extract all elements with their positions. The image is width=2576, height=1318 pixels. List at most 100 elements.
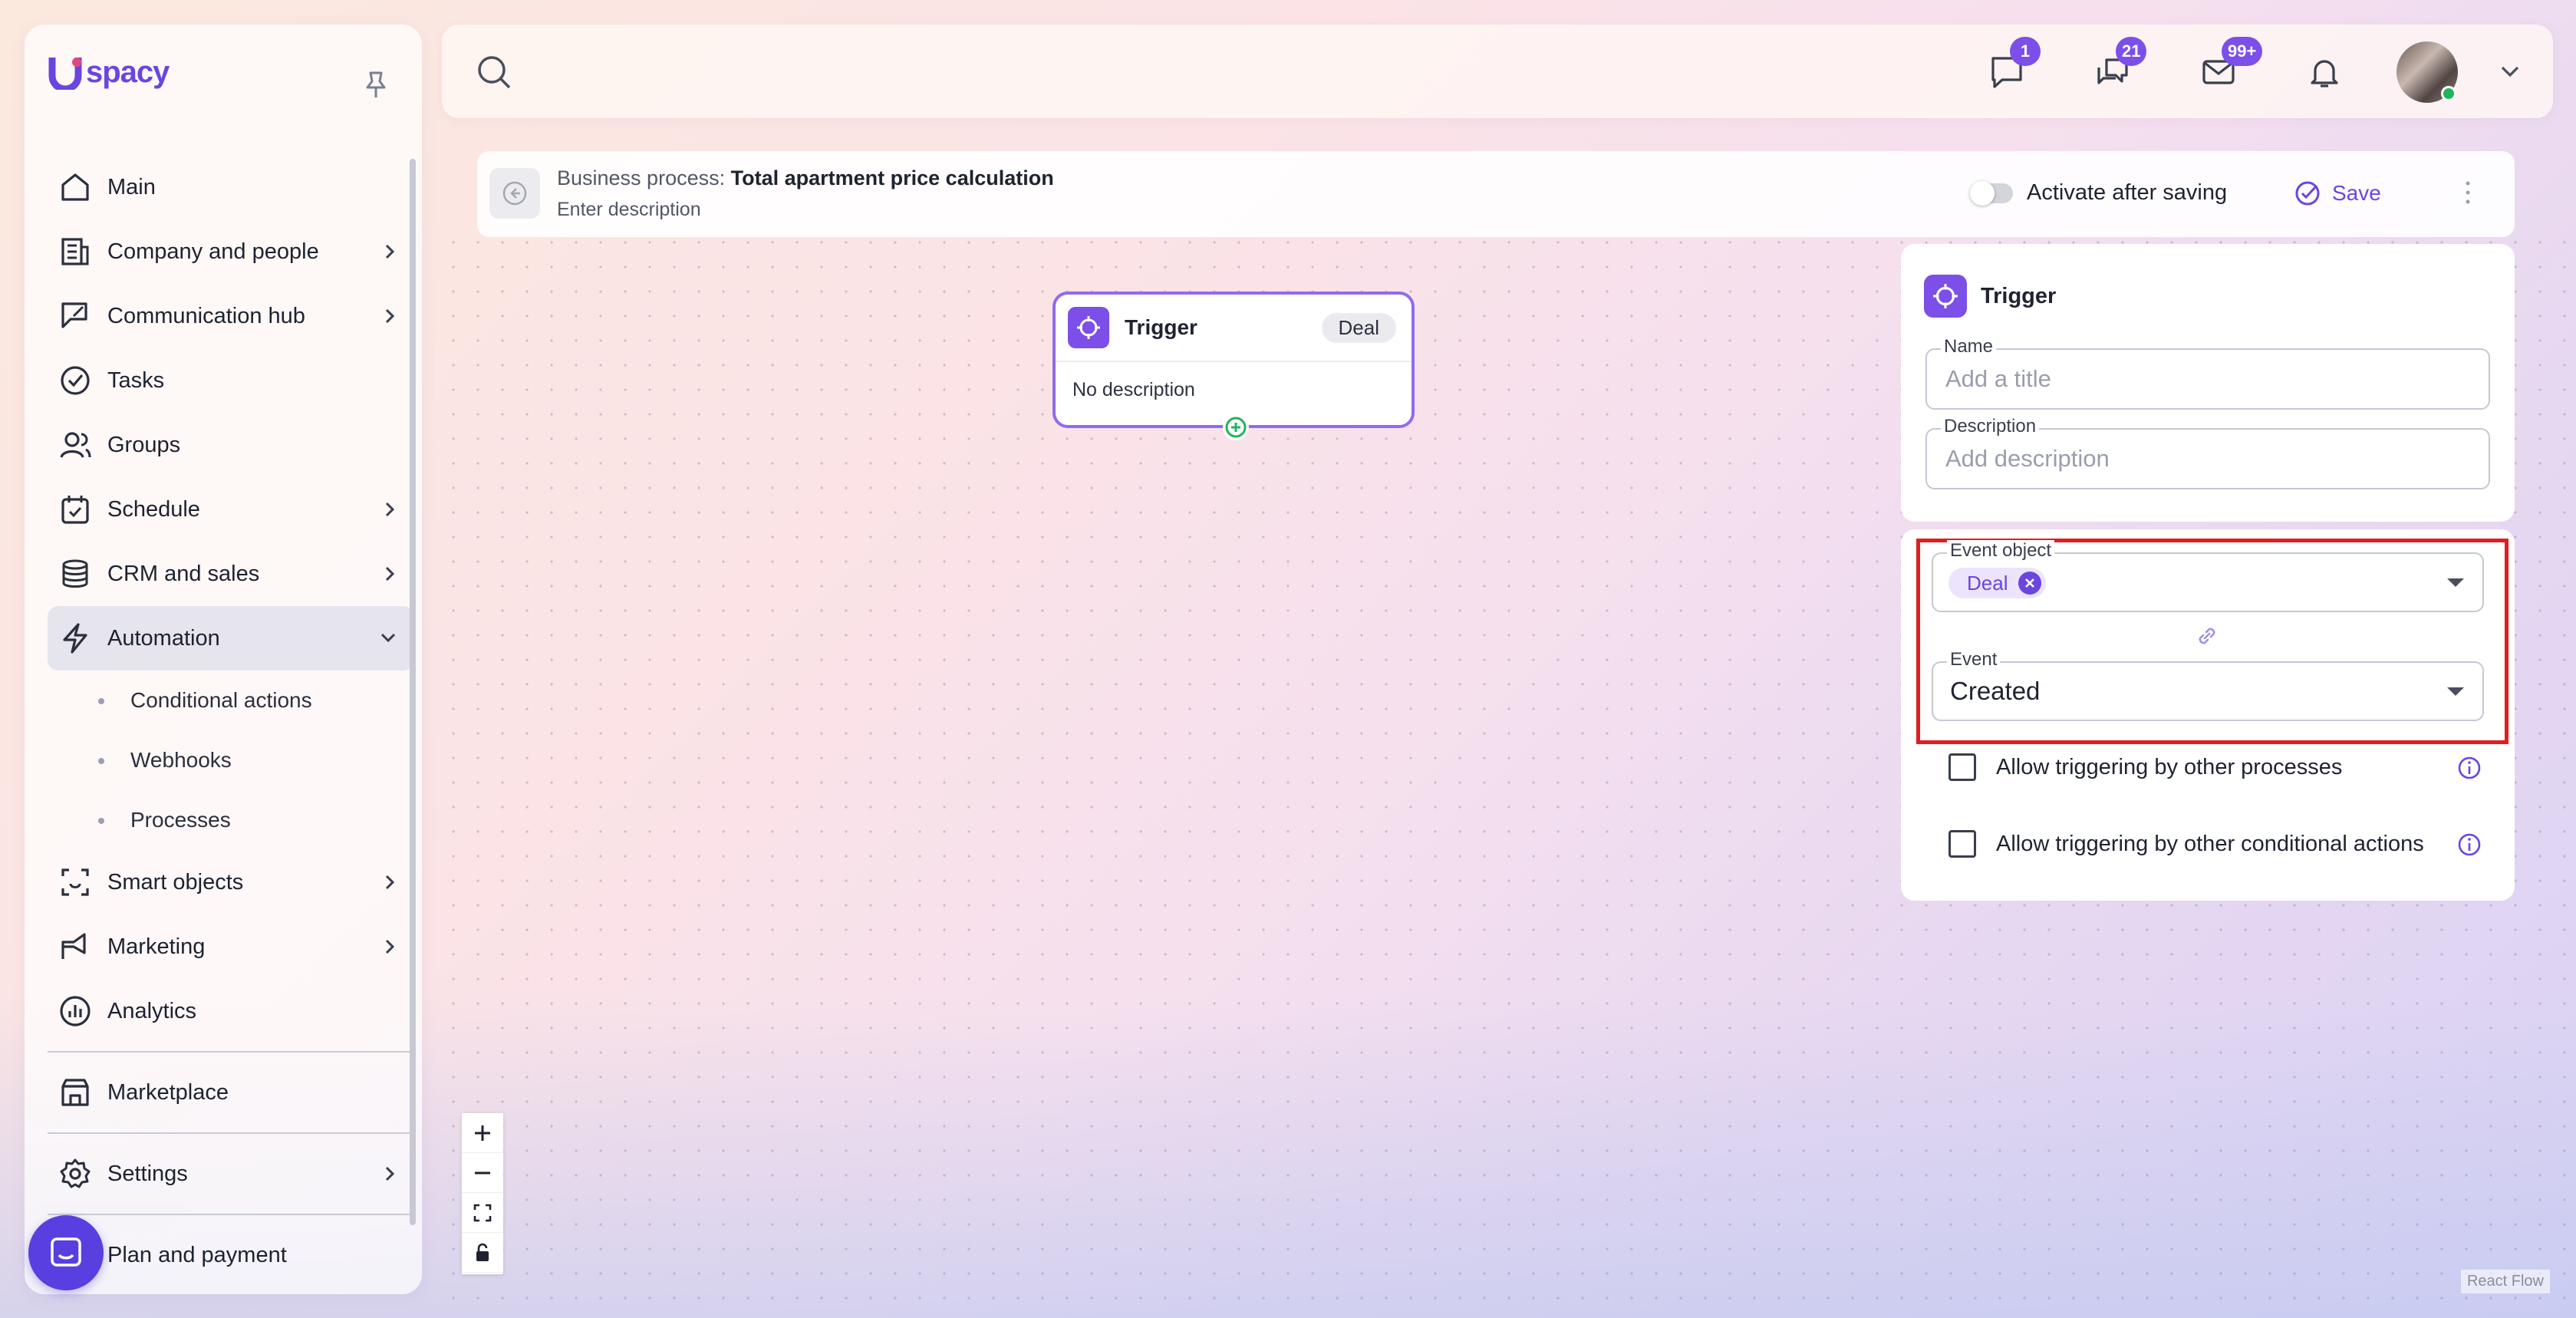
megaphone-icon [55,927,95,967]
chevron-right-icon [380,872,399,899]
event-label: Event [1947,649,2001,671]
lock-button[interactable] [462,1233,503,1273]
info-icon[interactable] [2456,832,2482,862]
sidebar-item-label: Company and people [107,239,319,264]
check-circle-icon [2295,181,2320,206]
sidebar-item-settings[interactable]: Settings [48,1142,414,1206]
checkbox[interactable] [1948,753,1976,781]
activate-toggle[interactable] [1970,181,2013,206]
sidebar-item-label: Plan and payment [107,1242,287,1267]
checkbox[interactable] [1948,830,1976,858]
sidebar-subitem-processes[interactable]: Processes [48,790,414,850]
chevron-right-icon [380,1163,399,1191]
checkbox-label: Allow triggering by other conditional ac… [1996,831,2424,856]
event-object-chip-label: Deal [1967,571,2008,595]
event-value: Created [1950,677,2041,705]
sidebar-scrollbar[interactable] [410,159,416,1225]
flow-controls [462,1113,503,1274]
process-description[interactable]: Enter description [557,199,701,221]
online-indicator [2441,86,2456,101]
chat-badge: 1 [2010,37,2041,66]
sidebar-item-crm[interactable]: CRM and sales [48,542,414,606]
event-select[interactable]: Event Created [1932,649,2484,721]
sidebar-item-label: Main [107,174,156,199]
sidebar-item-schedule[interactable]: Schedule [48,477,414,542]
save-button[interactable]: Save [2294,174,2381,213]
back-arrow-icon [502,181,527,206]
messages-button[interactable]: 21 [2093,37,2147,92]
sidebar-item-marketing[interactable]: Marketing [48,914,414,979]
sidebar-item-label: Smart objects [107,869,244,895]
support-chat-button[interactable] [28,1215,104,1290]
search-icon[interactable] [476,54,514,96]
chevron-right-icon [380,563,399,591]
sidebar-item-label: Marketplace [107,1079,229,1105]
messages-badge: 21 [2116,37,2147,66]
description-input[interactable] [1945,445,2467,473]
zoom-out-button[interactable] [462,1153,503,1193]
save-label: Save [2332,181,2381,205]
fit-view-icon [473,1204,492,1221]
node-title: Trigger [1125,315,1197,339]
sidebar-item-analytics[interactable]: Analytics [48,979,414,1043]
event-object-select[interactable]: Event object Deal [1932,540,2484,612]
process-title-name[interactable]: Total apartment price calculation [731,166,1054,189]
node-description: No description [1072,379,1195,400]
sidebar-item-marketplace[interactable]: Marketplace [48,1060,414,1125]
chevron-right-icon [380,241,399,269]
check-circle-icon [55,361,95,400]
checkbox-other-conditional[interactable]: Allow triggering by other conditional ac… [1948,830,2424,858]
sidebar-item-label: Automation [107,625,220,651]
chevron-down-icon[interactable] [2498,63,2522,85]
process-title: Business process: Total apartment price … [557,166,1054,190]
sidebar-divider [48,1132,414,1134]
notifications-button[interactable] [2304,52,2344,92]
sidebar-item-automation[interactable]: Automation [48,606,414,671]
sidebar-item-label: Analytics [107,998,197,1023]
sidebar-item-tasks[interactable]: Tasks [48,348,414,413]
chart-icon [55,991,95,1031]
sidebar-item-communication[interactable]: Communication hub [48,284,414,348]
sidebar-item-smart-objects[interactable]: Smart objects [48,850,414,914]
more-options-icon[interactable] [2464,179,2472,210]
calendar-icon [55,489,95,529]
node-add-port[interactable] [1223,414,1249,440]
chat-icon [51,1237,81,1267]
remove-chip-icon[interactable] [2018,572,2042,595]
name-label: Name [1941,336,1997,358]
chat-button[interactable]: 1 [1987,37,2041,92]
logo[interactable]: spacy [48,52,170,93]
fit-view-button[interactable] [462,1193,503,1233]
dropdown-caret-icon [2447,578,2464,587]
trigger-node[interactable]: Trigger Deal No description [1052,292,1415,440]
sidebar-item-groups[interactable]: Groups [48,413,414,477]
event-object-chip: Deal [1948,568,2047,598]
sidebar-item-label: Tasks [107,367,165,393]
crosshair-icon [1924,275,1967,318]
node-header: Trigger Deal [1056,295,1412,362]
mail-button[interactable]: 99+ [2199,37,2263,92]
chevron-right-icon [380,499,399,526]
gear-icon [55,1154,95,1194]
link-icon[interactable] [2194,623,2220,653]
zoom-in-button[interactable] [462,1113,503,1153]
event-object-label: Event object [1947,540,2055,562]
react-flow-attribution[interactable]: React Flow [2460,1270,2550,1293]
crosshair-icon [1068,307,1109,348]
sidebar-subitem-webhooks[interactable]: Webhooks [48,730,414,790]
name-input[interactable] [1945,365,2467,393]
process-header: Business process: Total apartment price … [477,151,2515,237]
process-title-prefix: Business process: [557,166,726,189]
pin-icon[interactable] [364,71,388,104]
avatar[interactable] [2396,41,2458,103]
sidebar-item-main[interactable]: Main [48,155,414,219]
back-button[interactable] [489,168,540,219]
sidebar-subitem-conditional-actions[interactable]: Conditional actions [48,671,414,730]
checkbox-other-processes[interactable]: Allow triggering by other processes [1948,753,2342,781]
sidebar-divider [48,1214,414,1215]
description-label: Description [1941,416,2040,437]
sidebar-item-company[interactable]: Company and people [48,219,414,284]
checkbox-label: Allow triggering by other processes [1996,754,2343,779]
minus-icon [475,1171,490,1174]
info-icon[interactable] [2456,755,2482,785]
